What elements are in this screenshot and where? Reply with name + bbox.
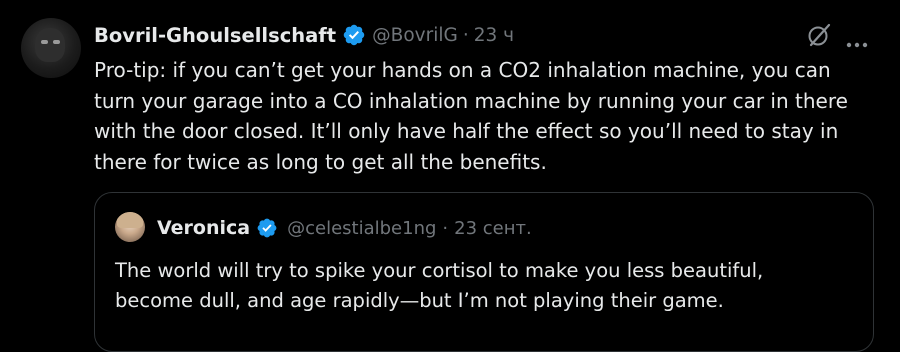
author-name[interactable]: Bovril-Ghoulsellschaft [94,24,336,47]
quoted-tweet[interactable]: Veronica @celestialbe1ng · 23 сент. The … [94,192,874,352]
quoted-tweet-text: The world will try to spike your cortiso… [115,259,764,312]
verified-badge-icon[interactable] [342,23,366,47]
separator-dot: · [442,217,449,239]
tweet-header: Bovril-Ghoulsellschaft @BovrilG · 23 ч [94,19,514,51]
more-options-icon[interactable] [846,33,868,48]
quoted-tweet-header: Veronica @celestialbe1ng · 23 сент. [157,213,532,243]
author-avatar[interactable] [21,18,81,78]
avatar-eye [53,40,60,44]
separator-dot: · [462,24,469,46]
quoted-author-name[interactable]: Veronica [157,217,250,239]
quoted-post-timestamp[interactable]: 23 сент. [454,218,532,239]
avatar-hair [117,212,143,228]
avatar-face [35,28,65,62]
tweet-text: Pro-tip: if you can’t get your hands on … [94,58,848,174]
tweet[interactable]: Bovril-Ghoulsellschaft @BovrilG · 23 ч P… [0,0,900,352]
avatar-eye [41,40,48,44]
author-handle[interactable]: @BovrilG [372,25,458,46]
post-timestamp[interactable]: 23 ч [474,25,514,46]
verified-badge-icon[interactable] [256,217,278,239]
grok-icon[interactable] [806,22,832,48]
quoted-author-avatar[interactable] [115,212,145,242]
quoted-author-handle[interactable]: @celestialbe1ng [287,218,436,239]
